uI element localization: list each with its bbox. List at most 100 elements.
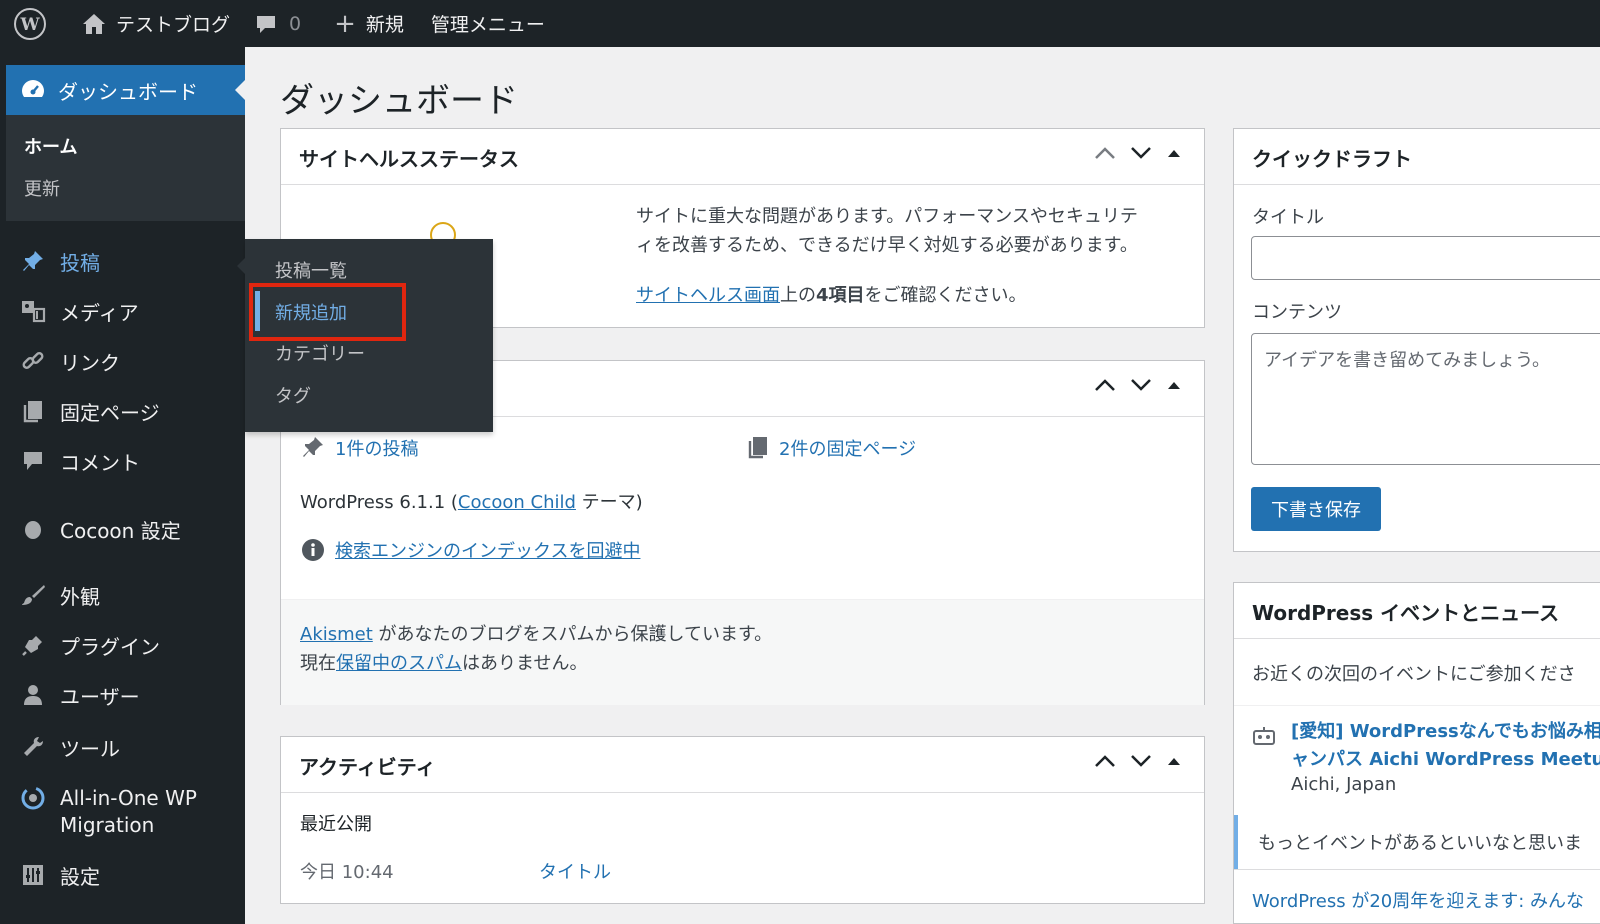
dashboard-submenu: ホーム 更新 — [6, 115, 245, 221]
submenu-update[interactable]: 更新 — [24, 175, 60, 201]
widget-title: クイックドラフト — [1252, 147, 1412, 171]
akismet-link[interactable]: Akismet — [300, 624, 373, 645]
draft-title-input[interactable] — [1251, 236, 1600, 280]
flyout-item-categories[interactable]: カテゴリー — [275, 340, 365, 366]
admin-menu-link[interactable]: 管理メニュー — [417, 0, 558, 47]
toggle-panel-icon[interactable] — [1166, 755, 1182, 771]
wrench-icon — [20, 734, 46, 760]
sidebar-settings-label: 設定 — [60, 864, 100, 889]
draft-content-textarea[interactable]: アイデアを書き留めてみましょう。 — [1251, 333, 1600, 465]
sidebar-item-settings[interactable]: 設定 — [0, 859, 245, 891]
settings-icon — [20, 862, 46, 888]
sidebar-migration-label: All-in-One WP — [60, 786, 197, 810]
sidebar-item-users[interactable]: ユーザー — [0, 679, 245, 711]
comments-link[interactable]: 0 — [243, 0, 314, 47]
sidebar-plugins-label: プラグイン — [60, 634, 160, 659]
new-content-link[interactable]: + 新規 — [314, 0, 417, 47]
wordpress-logo-icon[interactable]: W — [0, 0, 60, 47]
move-up-icon[interactable] — [1094, 146, 1116, 164]
dashboard-icon — [20, 78, 46, 107]
sidebar-dashboard-label: ダッシュボード — [58, 79, 198, 104]
sidebar-users-label: ユーザー — [60, 684, 140, 709]
health-suffix-2: をご確認ください。 — [864, 285, 1027, 306]
brush-icon — [20, 582, 46, 608]
move-up-icon[interactable] — [1094, 378, 1116, 396]
posts-count-link[interactable]: 1件の投稿 — [335, 439, 418, 460]
widget-title: サイトヘルスステータス — [299, 147, 519, 171]
widget-title: アクティビティ — [299, 755, 436, 779]
flyout-item-all-posts[interactable]: 投稿一覧 — [275, 257, 347, 283]
quick-draft-widget: クイックドラフト タイトル コンテンツ アイデアを書き留めてみましょう。 下書き… — [1233, 128, 1600, 552]
event-link[interactable]: [愛知] WordPressなんでもお悩み相 ャンパス Aichi WordPre… — [1291, 721, 1600, 770]
home-icon — [82, 13, 106, 35]
health-line-1: サイトに重大な問題があります。パフォーマンスやセキュリテ — [636, 206, 1138, 227]
media-icon — [20, 298, 46, 324]
widget-header: WordPress イベントとニュース — [1234, 583, 1600, 639]
current-arrow — [235, 80, 245, 100]
pages-count-link[interactable]: 2件の固定ページ — [779, 439, 916, 460]
draft-content-label: コンテンツ — [1252, 302, 1342, 323]
akismet-text: があなたのブログをスパムから保護しています。 — [372, 624, 773, 645]
comment-count: 0 — [289, 12, 302, 35]
sidebar-item-cocoon[interactable]: Cocoon 設定 — [0, 513, 245, 545]
spam-suffix: はありません。 — [462, 653, 588, 674]
sidebar-item-links[interactable]: リンク — [0, 345, 245, 377]
move-down-icon[interactable] — [1130, 146, 1152, 164]
activity-widget: アクティビティ 最近公開 今日 10:44 タイトル — [280, 736, 1205, 904]
toggle-panel-icon[interactable] — [1166, 147, 1182, 163]
sidebar-item-dashboard[interactable]: ダッシュボード — [6, 65, 245, 115]
flyout-arrow — [237, 257, 246, 275]
sidebar-item-media[interactable]: メディア — [0, 295, 245, 327]
event-title: [愛知] WordPressなんでもお悩み相 ャンパス Aichi WordPre… — [1291, 718, 1600, 774]
sidebar-item-posts[interactable]: 投稿 — [0, 245, 245, 277]
sidebar-posts-label: 投稿 — [60, 250, 100, 275]
wp-version-suffix: テーマ) — [575, 492, 643, 513]
sidebar-item-plugins[interactable]: プラグイン — [0, 629, 245, 661]
sidebar-item-tools[interactable]: ツール — [0, 731, 245, 763]
sidebar-item-pages[interactable]: 固定ページ — [0, 395, 245, 427]
theme-link[interactable]: Cocoon Child — [458, 492, 576, 513]
move-down-icon[interactable] — [1130, 754, 1152, 772]
pin-icon — [20, 248, 46, 274]
link-icon — [20, 348, 46, 374]
events-intro: お近くの次回のイベントにご参加くださ — [1252, 664, 1576, 685]
site-name-link[interactable]: テストブログ — [60, 0, 243, 47]
sidebar-item-comments[interactable]: コメント — [0, 445, 245, 477]
move-down-icon[interactable] — [1130, 378, 1152, 396]
page-icon — [747, 435, 769, 464]
user-icon — [20, 682, 46, 708]
draft-title-label: タイトル — [1252, 207, 1324, 228]
events-news-widget: WordPress イベントとニュース お近くの次回のイベントにご参加くださ [… — [1233, 582, 1600, 924]
event-line-2: ャンパス Aichi WordPress Meetup — [1291, 749, 1600, 770]
sidebar-migration-label-2: Migration — [60, 813, 155, 837]
sidebar-item-appearance[interactable]: 外観 — [0, 579, 245, 611]
sidebar-appearance-label: 外観 — [60, 584, 100, 609]
admin-menu-label: 管理メニュー — [430, 14, 545, 36]
sidebar-cocoon-label: Cocoon 設定 — [60, 518, 181, 543]
event-item: [愛知] WordPressなんでもお悩み相 ャンパス Aichi WordPre… — [1234, 705, 1600, 796]
meetup-icon — [1252, 726, 1276, 750]
search-engine-link[interactable]: 検索エンジンのインデックスを回避中 — [335, 541, 640, 562]
widget-title: WordPress イベントとニュース — [1252, 601, 1560, 625]
move-up-icon[interactable] — [1094, 754, 1116, 772]
news-link[interactable]: WordPress が20周年を迎えます: みんな — [1252, 887, 1584, 913]
widget-header: サイトヘルスステータス — [281, 129, 1204, 185]
activity-post-link[interactable]: タイトル — [539, 858, 611, 884]
activity-time: 今日 10:44 — [300, 862, 394, 883]
sidebar-item-migration[interactable]: All-in-One WP Migration — [0, 783, 245, 843]
page-icon — [20, 398, 46, 424]
sidebar-media-label: メディア — [60, 300, 139, 325]
widget-header: クイックドラフト — [1234, 129, 1600, 185]
save-draft-button[interactable]: 下書き保存 — [1251, 487, 1381, 531]
plus-icon: + — [334, 8, 356, 39]
toggle-panel-icon[interactable] — [1166, 379, 1182, 395]
pending-spam-link[interactable]: 保留中のスパム — [336, 653, 462, 674]
site-health-link[interactable]: サイトヘルス画面 — [636, 285, 780, 306]
draft-content-placeholder: アイデアを書き留めてみましょう。 — [1264, 350, 1551, 371]
flyout-item-tags[interactable]: タグ — [275, 382, 311, 408]
wp-version-row: WordPress 6.1.1 (Cocoon Child テーマ) — [300, 488, 643, 514]
more-events-text: もっとイベントがあるといいなと思いま — [1258, 833, 1582, 854]
pages-count-row: 2件の固定ページ — [747, 435, 916, 464]
submenu-home[interactable]: ホーム — [24, 133, 77, 159]
news-divider — [1234, 869, 1600, 870]
